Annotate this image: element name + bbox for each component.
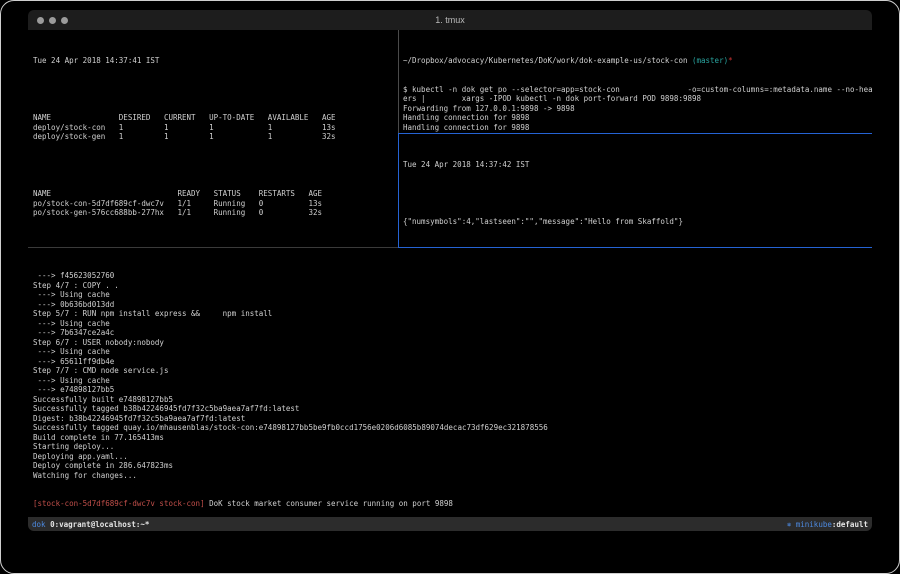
git-branch: (master) xyxy=(692,56,728,65)
log-line: [stock-con-5d7df689cf-dwc7v stock-con] D… xyxy=(33,499,872,509)
pane-port-forward[interactable]: ~/Dropbox/advocacy/Kubernetes/DoK/work/d… xyxy=(399,30,872,133)
terminal-window: 1. tmux Tue 24 Apr 2018 14:37:41 IST NAM… xyxy=(28,10,872,531)
pods-table: NAME READY STATUS RESTARTS AGE po/stock-… xyxy=(33,189,398,218)
prompt-path-line: ~/Dropbox/advocacy/Kubernetes/DoK/work/d… xyxy=(403,56,872,66)
blank-line xyxy=(403,189,872,199)
pane-build-log[interactable]: ---> f45623052760 Step 4/7 : COPY . . --… xyxy=(28,248,872,517)
pane-divider-vertical-inactive xyxy=(398,30,399,133)
kube-namespace: :default xyxy=(832,520,868,529)
deployments-table: NAME DESIRED CURRENT UP-TO-DATE AVAILABL… xyxy=(33,113,398,142)
log-message: DoK stock market consumer service runnin… xyxy=(205,499,453,508)
json-response: {"numsymbols":4,"lastseen":"","message":… xyxy=(403,217,872,227)
pane-divider-horizontal-active-top xyxy=(398,133,872,134)
build-log-lines: ---> f45623052760 Step 4/7 : COPY . . --… xyxy=(33,271,872,480)
log-prefix: [stock-con-5d7df689cf-dwc7v stock-con] xyxy=(33,499,205,508)
status-left: dok 0:vagrant@localhost:~* xyxy=(32,520,149,529)
pane-kubectl-resources[interactable]: Tue 24 Apr 2018 14:37:41 IST NAME DESIRE… xyxy=(28,30,398,247)
blank-line xyxy=(33,85,398,95)
pane-divider-vertical-active xyxy=(398,133,399,248)
pane-service-output[interactable]: Tue 24 Apr 2018 14:37:42 IST {"numsymbol… xyxy=(399,134,872,247)
session-name: dok xyxy=(32,520,46,529)
tmux-status-bar: dok 0:vagrant@localhost:~* ⎈ minikube:de… xyxy=(28,517,872,531)
window-list-item[interactable]: 0:vagrant@localhost:~* xyxy=(50,520,149,529)
status-right: ⎈ minikube:default xyxy=(787,520,868,529)
blank-line xyxy=(33,237,398,247)
cwd-path: ~/Dropbox/advocacy/Kubernetes/DoK/work/d… xyxy=(403,56,692,65)
blank-line xyxy=(33,161,398,171)
timestamp-right: Tue 24 Apr 2018 14:37:42 IST xyxy=(403,160,872,170)
timestamp-left: Tue 24 Apr 2018 14:37:41 IST xyxy=(33,56,398,66)
port-forward-output: $ kubectl -n dok get po --selector=app=s… xyxy=(403,85,872,134)
git-dirty-flag: * xyxy=(728,56,733,65)
window-title: 1. tmux xyxy=(28,15,872,25)
kube-context: minikube xyxy=(796,520,832,529)
window-titlebar: 1. tmux xyxy=(28,10,872,30)
